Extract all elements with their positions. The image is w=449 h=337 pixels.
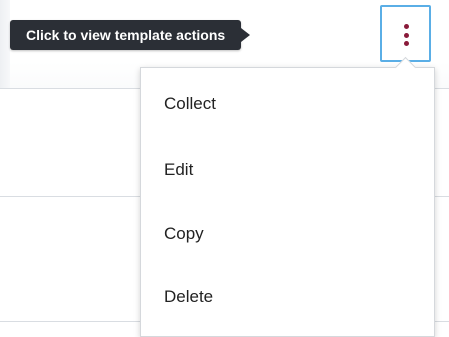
menu-item-label: Copy xyxy=(164,224,204,243)
menu-item-collect[interactable]: Collect xyxy=(141,79,434,129)
template-actions-menu: Collect Edit Copy Delete xyxy=(140,56,435,337)
left-panel-edge xyxy=(0,0,10,88)
tooltip-arrow xyxy=(241,28,251,42)
menu-item-copy[interactable]: Copy xyxy=(141,209,434,259)
menu-item-edit[interactable]: Edit xyxy=(141,145,434,195)
menu-item-delete[interactable]: Delete xyxy=(141,272,434,322)
template-actions-button[interactable] xyxy=(380,5,431,62)
template-actions-tooltip: Click to view template actions xyxy=(10,20,251,50)
menu-item-label: Collect xyxy=(164,94,216,113)
tooltip-text: Click to view template actions xyxy=(26,27,226,43)
menu-item-label: Delete xyxy=(164,287,214,306)
menu-item-label: Edit xyxy=(164,160,194,179)
kebab-vertical-icon xyxy=(404,24,410,46)
